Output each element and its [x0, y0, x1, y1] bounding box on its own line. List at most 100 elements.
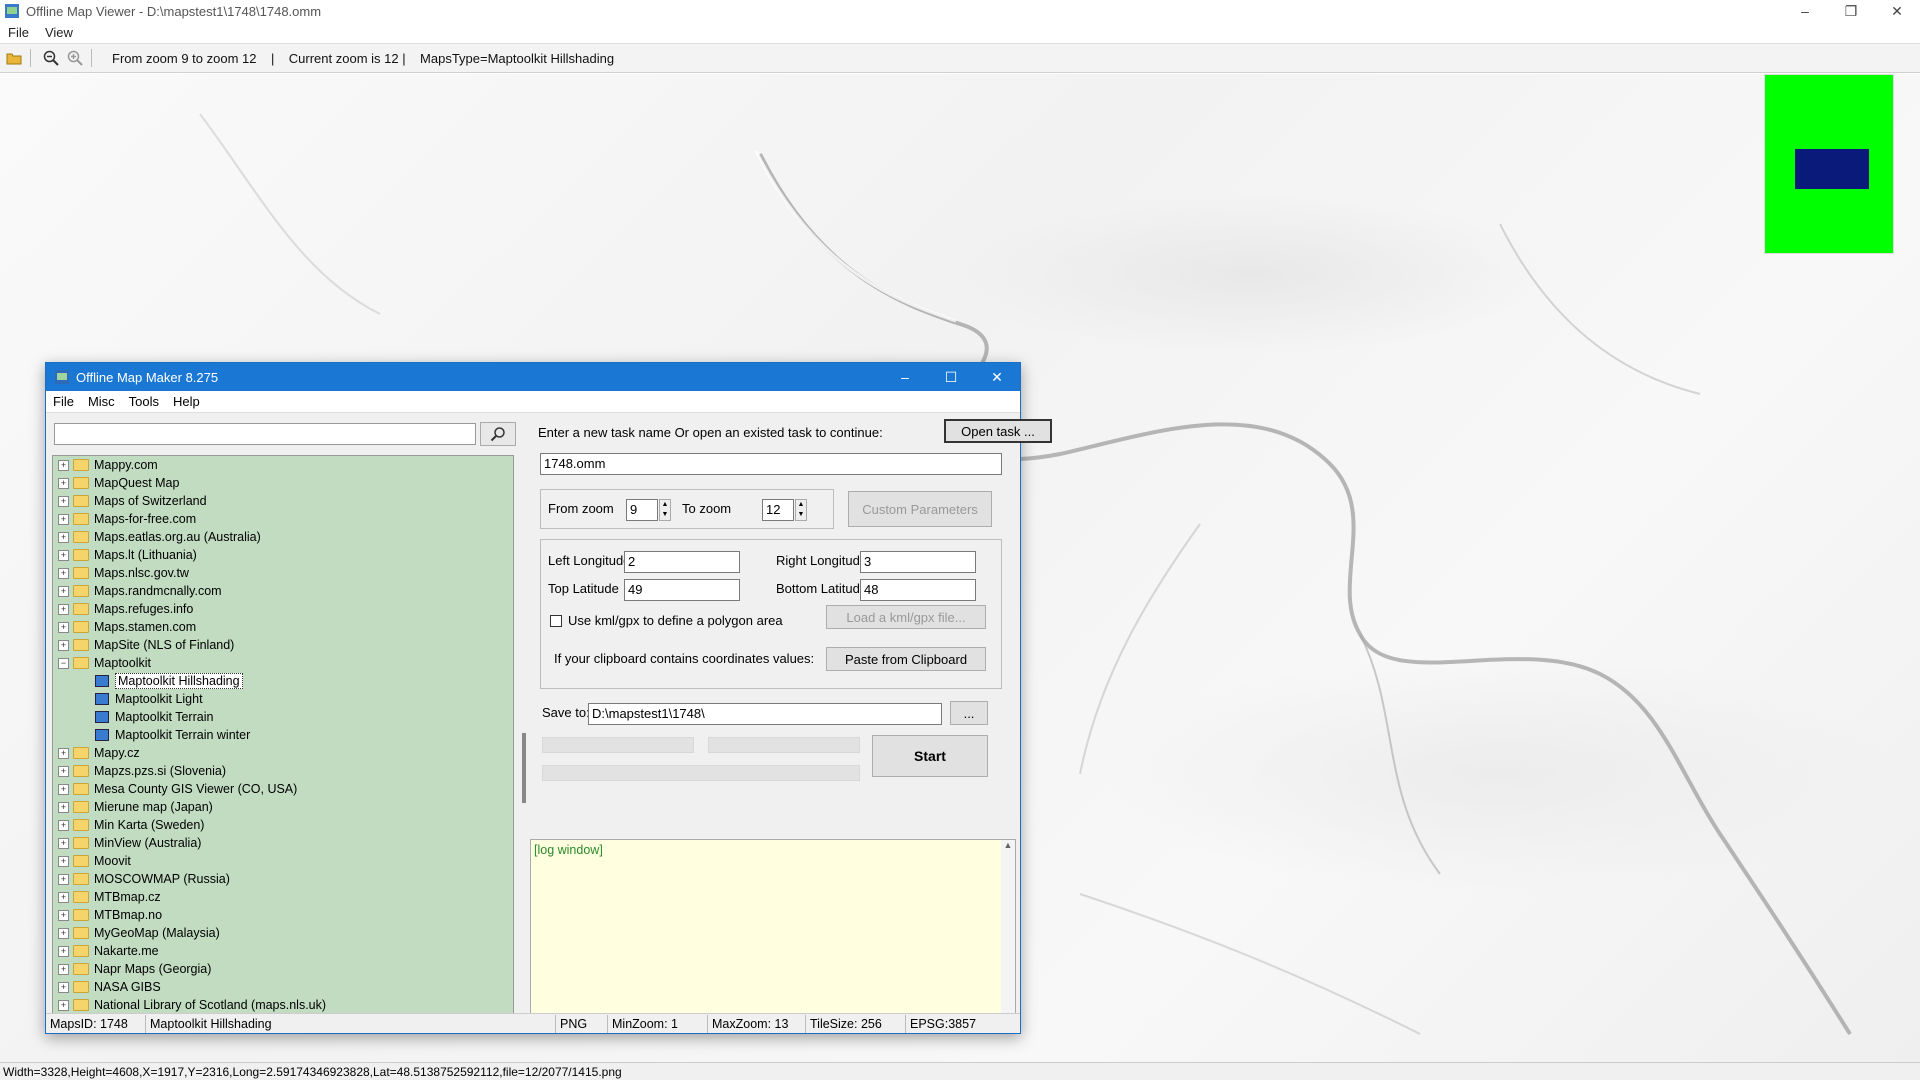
tree-folder-item[interactable]: + Maps.nlsc.gov.tw	[53, 564, 513, 582]
expand-icon[interactable]: +	[58, 513, 69, 525]
from-zoom-spinner[interactable]: ▲ ▼	[659, 499, 671, 521]
dialog-menu-help[interactable]: Help	[166, 394, 207, 409]
menu-file[interactable]: File	[0, 25, 37, 40]
map-layer-icon	[95, 729, 109, 741]
expand-icon[interactable]: +	[58, 477, 69, 489]
from-zoom-field[interactable]: 9	[626, 499, 658, 521]
restore-button[interactable]: ❐	[1828, 0, 1874, 22]
expand-icon[interactable]: +	[58, 783, 69, 795]
tree-folder-item[interactable]: + Maps.eatlas.org.au (Australia)	[53, 528, 513, 546]
expand-icon[interactable]: +	[58, 765, 69, 777]
dialog-menu-file[interactable]: File	[46, 394, 81, 409]
expand-icon[interactable]: +	[58, 567, 69, 579]
tree-map-item[interactable]: Maptoolkit Terrain winter	[53, 726, 513, 744]
right-longitude-field[interactable]: 3	[860, 551, 976, 573]
expand-icon[interactable]: +	[58, 747, 69, 759]
expand-icon[interactable]: +	[58, 801, 69, 813]
tree-folder-item[interactable]: + National Library of Scotland (maps.nls.…	[53, 996, 513, 1014]
load-kml-button[interactable]: Load a kml/gpx file...	[826, 605, 986, 629]
expand-icon[interactable]: +	[58, 639, 69, 651]
expand-icon[interactable]: +	[58, 873, 69, 885]
tree-folder-item[interactable]: + MapSite (NLS of Finland)	[53, 636, 513, 654]
save-path-field[interactable]: D:\mapstest1\1748\	[588, 703, 942, 725]
expand-icon[interactable]: +	[58, 963, 69, 975]
top-latitude-field[interactable]: 49	[624, 579, 740, 601]
expand-icon[interactable]: +	[58, 495, 69, 507]
dialog-menu-tools[interactable]: Tools	[122, 394, 166, 409]
paste-clipboard-button[interactable]: Paste from Clipboard	[826, 647, 986, 671]
tree-folder-item[interactable]: + Maps.randmcnally.com	[53, 582, 513, 600]
use-kml-checkbox[interactable]	[550, 615, 562, 627]
tree-folder-item[interactable]: + Min Karta (Sweden)	[53, 816, 513, 834]
expand-icon[interactable]: +	[58, 621, 69, 633]
start-button[interactable]: Start	[872, 735, 988, 777]
open-folder-icon[interactable]	[4, 48, 24, 68]
open-task-button[interactable]: Open task ...	[944, 419, 1052, 443]
tree-folder-item[interactable]: + Maps.stamen.com	[53, 618, 513, 636]
tree-folder-item[interactable]: + Mappy.com	[53, 456, 513, 474]
overview-minimap[interactable]	[1764, 74, 1894, 254]
log-window[interactable]: [log window] ▲	[530, 839, 1016, 1015]
dialog-close-button[interactable]: ✕	[974, 363, 1020, 391]
dialog-menu-misc[interactable]: Misc	[81, 394, 122, 409]
tree-scrollbar-thumb[interactable]	[522, 733, 526, 803]
zoom-in-icon[interactable]	[65, 48, 85, 68]
browse-button[interactable]: ...	[950, 701, 988, 725]
maps-search-input[interactable]	[54, 423, 476, 445]
tree-folder-item[interactable]: + Maps of Switzerland	[53, 492, 513, 510]
tree-folder-item[interactable]: + Mesa County GIS Viewer (CO, USA)	[53, 780, 513, 798]
expand-icon[interactable]: +	[58, 855, 69, 867]
expand-icon[interactable]: +	[58, 945, 69, 957]
task-name-field[interactable]: 1748.omm	[540, 453, 1002, 475]
expand-icon[interactable]: +	[58, 549, 69, 561]
expand-icon[interactable]: +	[58, 927, 69, 939]
tree-folder-item[interactable]: + NASA GIBS	[53, 978, 513, 996]
expand-icon[interactable]: +	[58, 981, 69, 993]
log-scrollbar[interactable]: ▲	[1001, 840, 1015, 1014]
tree-folder-item[interactable]: + MapQuest Map	[53, 474, 513, 492]
expand-icon[interactable]: +	[58, 585, 69, 597]
bottom-latitude-field[interactable]: 48	[860, 579, 976, 601]
left-longitude-field[interactable]: 2	[624, 551, 740, 573]
to-zoom-spinner[interactable]: ▲ ▼	[795, 499, 807, 521]
dialog-maximize-button[interactable]: ☐	[928, 363, 974, 391]
maps-tree[interactable]: + Mappy.com + MapQuest Map + Maps of Switzerl…	[52, 455, 514, 1015]
tree-folder-item[interactable]: + Maps-for-free.com	[53, 510, 513, 528]
tree-folder-item[interactable]: + Mapy.cz	[53, 744, 513, 762]
folder-icon	[73, 999, 89, 1011]
tree-map-item[interactable]: Maptoolkit Hillshading	[53, 672, 513, 690]
tree-folder-item[interactable]: + MyGeoMap (Malaysia)	[53, 924, 513, 942]
tree-map-item[interactable]: Maptoolkit Terrain	[53, 708, 513, 726]
tree-folder-item[interactable]: + Moovit	[53, 852, 513, 870]
expand-icon[interactable]: +	[58, 531, 69, 543]
tree-folder-item[interactable]: + Nakarte.me	[53, 942, 513, 960]
close-button[interactable]: ✕	[1874, 0, 1920, 22]
expand-icon[interactable]: +	[58, 459, 69, 471]
custom-parameters-button[interactable]: Custom Parameters	[848, 491, 992, 527]
tree-folder-item[interactable]: + MOSCOWMAP (Russia)	[53, 870, 513, 888]
tree-folder-item[interactable]: + Maps.lt (Lithuania)	[53, 546, 513, 564]
tree-folder-item[interactable]: + Mierune map (Japan)	[53, 798, 513, 816]
expand-icon[interactable]: +	[58, 837, 69, 849]
tree-folder-item[interactable]: + MinView (Australia)	[53, 834, 513, 852]
dialog-minimize-button[interactable]: –	[882, 363, 928, 391]
search-button[interactable]	[480, 422, 516, 446]
minimap-viewport[interactable]	[1795, 149, 1869, 189]
expand-icon[interactable]: +	[58, 603, 69, 615]
tree-folder-item[interactable]: + MTBmap.no	[53, 906, 513, 924]
to-zoom-field[interactable]: 12	[762, 499, 794, 521]
expand-icon[interactable]: +	[58, 891, 69, 903]
tree-folder-item[interactable]: − Maptoolkit	[53, 654, 513, 672]
expand-icon[interactable]: +	[58, 999, 69, 1011]
tree-folder-item[interactable]: + Mapzs.pzs.si (Slovenia)	[53, 762, 513, 780]
tree-map-item[interactable]: Maptoolkit Light	[53, 690, 513, 708]
expand-icon[interactable]: +	[58, 909, 69, 921]
tree-folder-item[interactable]: + Napr Maps (Georgia)	[53, 960, 513, 978]
tree-folder-item[interactable]: + Maps.refuges.info	[53, 600, 513, 618]
menu-view[interactable]: View	[37, 25, 81, 40]
tree-folder-item[interactable]: + MTBmap.cz	[53, 888, 513, 906]
minimize-button[interactable]: –	[1782, 0, 1828, 22]
zoom-out-icon[interactable]	[41, 48, 61, 68]
collapse-icon[interactable]: −	[58, 657, 69, 669]
expand-icon[interactable]: +	[58, 819, 69, 831]
